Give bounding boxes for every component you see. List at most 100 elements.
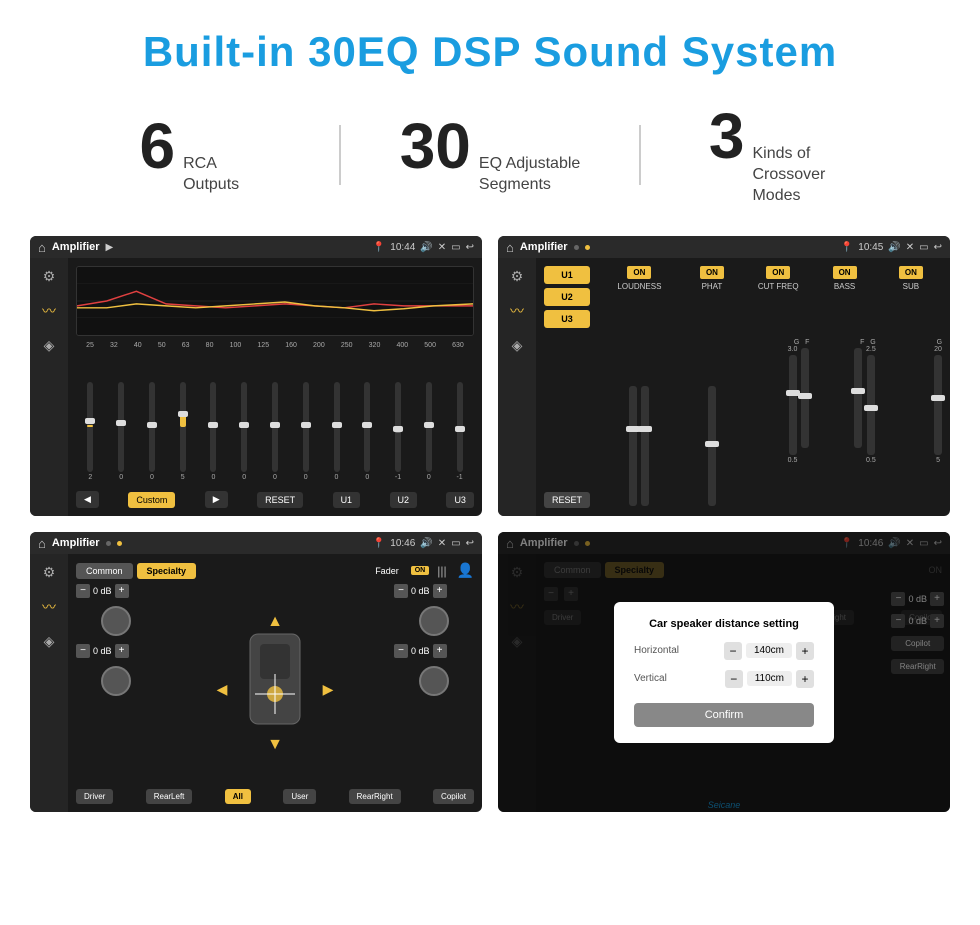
rear-left-plus[interactable]: + xyxy=(115,644,129,658)
back-icon-3[interactable]: ↩ xyxy=(466,538,474,549)
back-icon[interactable]: ↩ xyxy=(466,242,474,253)
screens-grid: ⌂ Amplifier ▶ 📍 10:44 🔊 ✕ ▭ ↩ ⚙ 〰 ◈ xyxy=(0,226,980,822)
fader-sidebar-icon3[interactable]: ◈ xyxy=(44,633,55,650)
front-left-control: − 0 dB + xyxy=(76,584,156,598)
bass-f-slider[interactable] xyxy=(854,348,862,448)
horizontal-plus-button[interactable]: + xyxy=(796,642,814,660)
tab-common[interactable]: Common xyxy=(76,563,133,579)
window-icon[interactable]: ▭ xyxy=(451,242,460,253)
eq-slider-8: 0 xyxy=(291,382,320,481)
bass-g-slider[interactable] xyxy=(867,355,875,455)
eq-time: 10:44 xyxy=(390,242,415,253)
eq-u3-button[interactable]: U3 xyxy=(446,492,474,508)
svg-text:▲: ▲ xyxy=(267,613,283,630)
front-left-minus[interactable]: − xyxy=(76,584,90,598)
svg-text:▼: ▼ xyxy=(267,736,283,753)
user-icon[interactable]: 👤 xyxy=(457,562,474,579)
all-button[interactable]: All xyxy=(225,789,251,804)
front-right-minus[interactable]: − xyxy=(394,584,408,598)
fader-status-bar: ⌂ Amplifier 📍 10:46 🔊 ✕ ▭ ↩ xyxy=(30,532,482,554)
rear-right-plus[interactable]: + xyxy=(433,644,447,658)
back-icon-2[interactable]: ↩ xyxy=(934,242,942,253)
rear-left-control: − 0 dB + xyxy=(76,644,156,658)
user-button[interactable]: User xyxy=(283,789,316,804)
tab-specialty[interactable]: Specialty xyxy=(137,563,197,579)
preset-u3-button[interactable]: U3 xyxy=(544,310,590,328)
fader-tabs: Common Specialty Fader ON ||| 👤 xyxy=(76,562,474,579)
phat-on-button[interactable]: ON xyxy=(700,266,724,279)
horizontal-value: 140cm xyxy=(746,643,792,658)
bass-on-button[interactable]: ON xyxy=(833,266,857,279)
rear-right-minus[interactable]: − xyxy=(394,644,408,658)
dialog-horizontal-control: − 140cm + xyxy=(724,642,814,660)
fader-sidebar-icon2[interactable]: 〰 xyxy=(42,597,56,617)
crossover-presets: U1 U2 U3 RESET xyxy=(544,266,590,508)
home-icon[interactable]: ⌂ xyxy=(38,240,46,255)
eq-slider-7: 0 xyxy=(261,382,290,481)
close-icon[interactable]: ✕ xyxy=(438,242,446,253)
amp-reset-button[interactable]: RESET xyxy=(544,492,590,508)
home-icon-3[interactable]: ⌂ xyxy=(38,536,46,551)
stat-label-eq: EQ AdjustableSegments xyxy=(479,154,580,196)
cutfreq-g-slider[interactable] xyxy=(789,355,797,455)
loudness-slider2[interactable] xyxy=(641,386,649,506)
horizontal-minus-button[interactable]: − xyxy=(724,642,742,660)
crossover-sidebar-icon3[interactable]: ◈ xyxy=(512,337,523,354)
close-icon-3[interactable]: ✕ xyxy=(438,538,446,549)
copilot-button[interactable]: Copilot xyxy=(433,789,474,804)
rearright-button[interactable]: RearRight xyxy=(349,789,401,804)
home-icon-2[interactable]: ⌂ xyxy=(506,240,514,255)
eq-mode-button[interactable]: Custom xyxy=(128,492,175,508)
eq-prev-button[interactable]: ◀ xyxy=(76,491,99,508)
eq-sidebar-icon3[interactable]: ◈ xyxy=(44,337,55,354)
rear-left-minus[interactable]: − xyxy=(76,644,90,658)
eq-slider-6: 0 xyxy=(230,382,259,481)
fader-car-grid: − 0 dB + − 0 dB + xyxy=(76,584,474,784)
cutfreq-f-slider[interactable] xyxy=(801,348,809,448)
freq-labels: 253240 506380 100125160 200250320 400500… xyxy=(76,342,474,349)
sub-on-button[interactable]: ON xyxy=(899,266,923,279)
close-icon-2[interactable]: ✕ xyxy=(906,242,914,253)
crossover-main-area: U1 U2 U3 RESET ON LOUDNESS xyxy=(536,258,950,516)
crossover-sidebar-icon2[interactable]: 〰 xyxy=(510,301,524,321)
crossover-app-title: Amplifier xyxy=(520,241,568,253)
eq-sidebar-icon1[interactable]: ⚙ xyxy=(43,268,56,285)
eq-u1-button[interactable]: U1 xyxy=(333,492,361,508)
vertical-plus-button[interactable]: + xyxy=(796,670,814,688)
fader-sidebar-icon1[interactable]: ⚙ xyxy=(43,564,56,581)
confirm-button[interactable]: Confirm xyxy=(634,703,814,727)
eq-slider-10: 0 xyxy=(353,382,382,481)
fader-screen-content: ⚙ 〰 ◈ Common Specialty Fader ON ||| 👤 − xyxy=(30,554,482,812)
loudness-on-button[interactable]: ON xyxy=(627,266,651,279)
page-title: Built-in 30EQ DSP Sound System xyxy=(0,0,980,94)
front-right-value: 0 dB xyxy=(411,586,430,596)
phat-slider[interactable] xyxy=(708,386,716,506)
crossover-sidebar-icon1[interactable]: ⚙ xyxy=(511,268,524,285)
preset-u2-button[interactable]: U2 xyxy=(544,288,590,306)
stat-number-eq: 30 xyxy=(400,114,471,178)
driver-button[interactable]: Driver xyxy=(76,789,113,804)
eq-reset-button[interactable]: RESET xyxy=(257,492,303,508)
eq-u2-button[interactable]: U2 xyxy=(390,492,418,508)
crossover-screen-content: ⚙ 〰 ◈ U1 U2 U3 RESET xyxy=(498,258,950,516)
dialog-vertical-row: Vertical − 110cm + xyxy=(634,670,814,688)
fader-status-dot-2 xyxy=(117,541,122,546)
cutfreq-on-button[interactable]: ON xyxy=(766,266,790,279)
eq-next-button[interactable]: ▶ xyxy=(205,491,228,508)
sound-icon: 🔊 xyxy=(420,242,432,253)
front-left-plus[interactable]: + xyxy=(115,584,129,598)
window-icon-3[interactable]: ▭ xyxy=(451,538,460,549)
window-icon-2[interactable]: ▭ xyxy=(919,242,928,253)
vertical-minus-button[interactable]: − xyxy=(725,670,743,688)
crossover-screen: ⌂ Amplifier 📍 10:45 🔊 ✕ ▭ ↩ ⚙ 〰 ◈ xyxy=(498,236,950,516)
car-diagram-svg: ▲ ▼ ◀ ▶ xyxy=(210,604,340,764)
eq-sidebar-icon2[interactable]: 〰 xyxy=(42,301,56,321)
rearleft-button[interactable]: RearLeft xyxy=(146,789,193,804)
preset-u1-button[interactable]: U1 xyxy=(544,266,590,284)
front-right-control: − 0 dB + xyxy=(394,584,474,598)
eq-slider-5: 0 xyxy=(199,382,228,481)
sub-slider[interactable] xyxy=(934,355,942,455)
front-right-plus[interactable]: + xyxy=(433,584,447,598)
loudness-slider[interactable] xyxy=(629,386,637,506)
eq-slider-1: 2 xyxy=(76,382,105,481)
